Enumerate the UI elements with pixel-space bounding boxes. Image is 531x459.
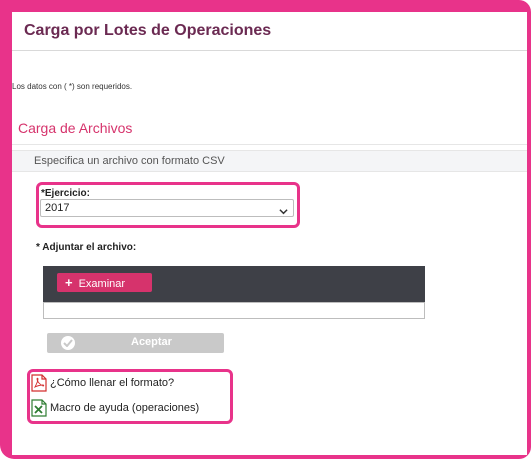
- link-label: Macro de ayuda (operaciones): [50, 402, 200, 414]
- ejercicio-select[interactable]: 2017: [40, 199, 294, 217]
- required-note: Los datos con ( *) son requeridos.: [12, 82, 133, 91]
- pdf-icon: [31, 374, 47, 392]
- divider: [12, 144, 527, 145]
- section-subtitle: Especifica un archivo con formato CSV: [34, 155, 225, 167]
- adjuntar-label: * Adjuntar el archivo:: [36, 242, 137, 253]
- chevron-down-icon: [279, 203, 288, 221]
- section-heading: Carga de Archivos: [18, 120, 133, 136]
- aceptar-label: Aceptar: [131, 336, 172, 348]
- ejercicio-label: *Ejercicio:: [41, 188, 90, 199]
- aceptar-button[interactable]: Aceptar: [47, 333, 224, 353]
- page-title: Carga por Lotes de Operaciones: [24, 22, 272, 39]
- file-name-field[interactable]: [43, 302, 425, 319]
- link-macro-ayuda[interactable]: Macro de ayuda (operaciones): [31, 398, 199, 418]
- link-label: ¿Cómo llenar el formato?: [50, 377, 175, 389]
- divider: [12, 50, 527, 51]
- ejercicio-value: 2017: [45, 202, 70, 214]
- plus-icon: +: [65, 275, 73, 290]
- check-circle-icon: [61, 336, 75, 350]
- section-subtitle-bar: Especifica un archivo con formato CSV: [12, 150, 527, 172]
- link-como-llenar[interactable]: ¿Cómo llenar el formato?: [31, 373, 174, 393]
- examinar-button[interactable]: + Examinar: [57, 273, 152, 292]
- excel-icon: [31, 399, 47, 417]
- examinar-label: Examinar: [78, 278, 126, 290]
